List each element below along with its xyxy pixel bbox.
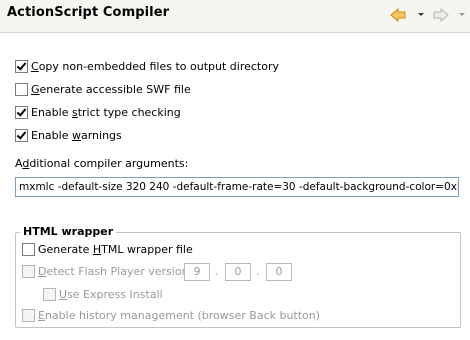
option-label: Enable strict type checking	[31, 106, 181, 119]
option-label: Generate HTML wrapper file	[38, 243, 193, 256]
option-label: Use Express Install	[59, 288, 163, 301]
html-wrapper-legend: HTML wrapper	[20, 225, 117, 238]
forward-arrow-icon	[433, 7, 449, 23]
checkbox[interactable]	[15, 83, 28, 96]
checkbox[interactable]	[15, 106, 28, 119]
version-separator: .	[256, 265, 260, 278]
option-label: Detect Flash Player version:	[38, 265, 193, 278]
editor-header: ActionScript Compiler	[0, 0, 470, 33]
checkbox[interactable]	[15, 60, 28, 73]
back-arrow-icon	[390, 7, 406, 23]
compiler-args-input[interactable]: mxmlc -default-size 320 240 -default-fra…	[15, 177, 459, 197]
version-revision-input[interactable]: 0	[266, 263, 292, 281]
option-label: Enable history management (browser Back …	[38, 309, 321, 322]
checkbox[interactable]	[15, 129, 28, 142]
forward-button[interactable]	[433, 7, 449, 25]
version-separator: .	[215, 265, 219, 278]
version-major-input[interactable]: 9	[184, 263, 210, 281]
back-button[interactable]	[390, 7, 406, 25]
checkbox[interactable]	[22, 309, 35, 322]
checkbox[interactable]	[22, 243, 35, 256]
back-history-dropdown[interactable]	[418, 13, 424, 16]
checkbox[interactable]	[22, 265, 35, 278]
option-label: Enable warnings	[31, 129, 122, 142]
option-label: Copy non-embedded files to output direct…	[31, 60, 280, 73]
compiler-args-value: mxmlc -default-size 320 240 -default-fra…	[19, 181, 459, 193]
version-minor-input[interactable]: 0	[225, 263, 251, 281]
checkbox[interactable]	[43, 288, 56, 301]
compiler-args-label: Additional compiler arguments:	[15, 157, 189, 170]
option-label: Generate accessible SWF file	[31, 83, 191, 96]
page-title: ActionScript Compiler	[7, 5, 170, 20]
forward-history-dropdown[interactable]	[459, 13, 465, 16]
